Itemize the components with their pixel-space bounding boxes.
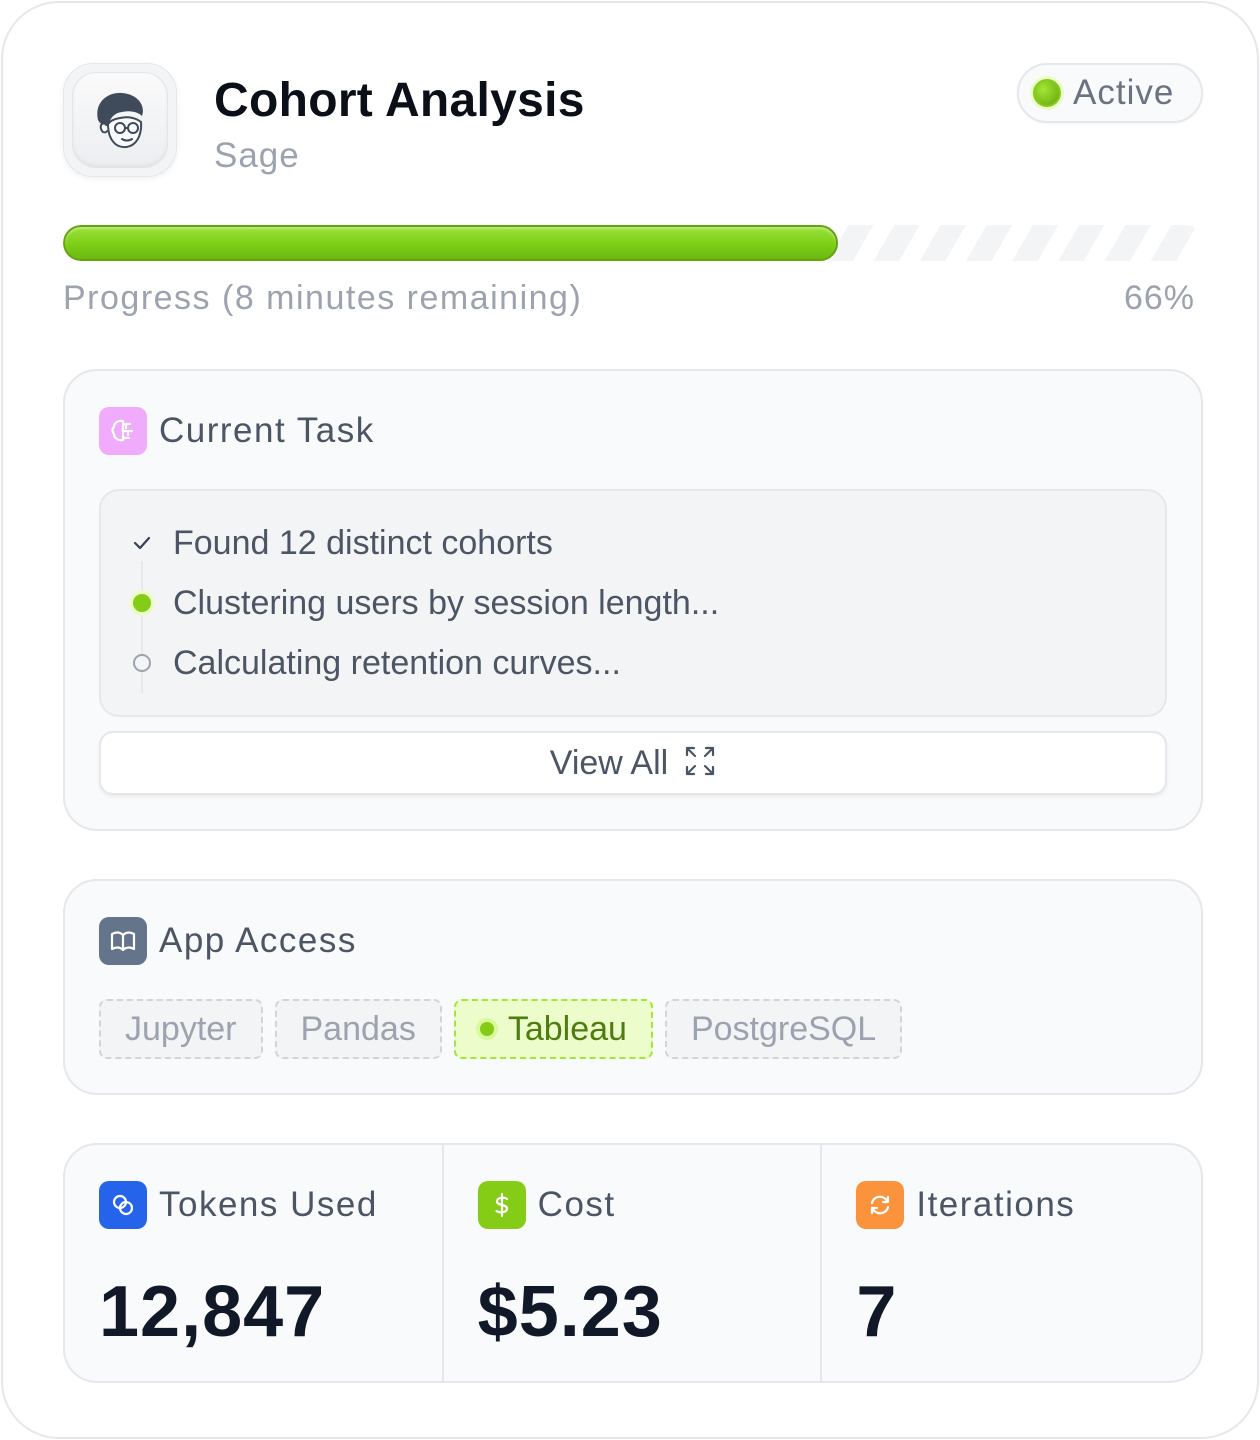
chip-label: Jupyter: [125, 1009, 237, 1048]
stat-value: 7: [856, 1272, 898, 1352]
app-access-panel: App Access Jupyter Pandas Tableau Postgr…: [63, 879, 1203, 1095]
progress-bar: [63, 225, 1203, 261]
chip-label: Tableau: [507, 1009, 627, 1048]
current-task-header: Current Task: [99, 407, 375, 455]
stat-cost: Cost $5.23: [444, 1145, 823, 1381]
step-text: Calculating retention curves...: [173, 643, 621, 682]
character-avatar-icon: [72, 72, 168, 168]
dollar-icon: [477, 1181, 526, 1229]
current-task-panel: Current Task Found 12 distinct cohorts C…: [63, 369, 1203, 831]
stat-header: Cost: [477, 1181, 616, 1229]
status-label: Active: [1073, 73, 1175, 112]
stat-tokens: Tokens Used 12,847: [65, 1145, 444, 1381]
stat-label: Cost: [537, 1185, 616, 1224]
list-item: Calculating retention curves...: [131, 643, 621, 683]
app-access-header: App Access: [99, 917, 357, 965]
stat-value: 12,847: [99, 1272, 326, 1352]
stat-iterations: Iterations 7: [822, 1145, 1201, 1381]
book-icon: [99, 917, 147, 965]
check-icon: [131, 532, 153, 554]
list-item: Clustering users by session length...: [131, 583, 719, 623]
progress-percent: 66%: [1123, 279, 1195, 317]
agent-card: Cohort Analysis Sage Active Progress (8 …: [1, 1, 1259, 1439]
step-text: Clustering users by session length...: [173, 583, 720, 622]
app-chip-pandas[interactable]: Pandas: [274, 999, 442, 1059]
page-title: Cohort Analysis: [214, 74, 585, 127]
refresh-icon: [856, 1181, 905, 1229]
avatar: [63, 63, 177, 177]
chip-label: PostgreSQL: [690, 1009, 877, 1048]
chip-label: Pandas: [300, 1009, 416, 1048]
pending-circle-icon: [131, 652, 153, 674]
stat-header: Iterations: [856, 1181, 1075, 1229]
view-all-button[interactable]: View All: [99, 731, 1167, 795]
list-item: Found 12 distinct cohorts: [131, 523, 553, 563]
stat-header: Tokens Used: [99, 1181, 378, 1229]
stats-panel: Tokens Used 12,847 Cost $5.23 Iterations…: [63, 1143, 1203, 1383]
brain-icon: [99, 407, 147, 455]
progress-label: Progress (8 minutes remaining): [63, 279, 583, 317]
tokens-icon: [99, 1181, 147, 1229]
expand-icon: [684, 745, 716, 782]
stat-label: Iterations: [916, 1185, 1076, 1224]
status-dot-icon: [1033, 79, 1061, 107]
step-text: Found 12 distinct cohorts: [173, 523, 553, 562]
status-badge: Active: [1017, 63, 1203, 123]
active-dot-icon: [131, 592, 153, 614]
stat-label: Tokens Used: [159, 1185, 378, 1224]
app-chip-tableau[interactable]: Tableau: [453, 999, 653, 1059]
view-all-label: View All: [549, 743, 669, 782]
progress-fill: [63, 225, 838, 261]
active-dot-icon: [479, 1022, 494, 1036]
stat-value: $5.23: [477, 1272, 663, 1352]
app-chip-postgresql[interactable]: PostgreSQL: [664, 999, 903, 1059]
app-chip-list: Jupyter Pandas Tableau PostgreSQL: [99, 999, 914, 1059]
app-access-title: App Access: [159, 921, 357, 960]
agent-name: Sage: [214, 136, 300, 175]
app-chip-jupyter[interactable]: Jupyter: [99, 999, 263, 1059]
current-task-title: Current Task: [159, 411, 375, 450]
task-steps-list: Found 12 distinct cohorts Clustering use…: [99, 489, 1167, 717]
